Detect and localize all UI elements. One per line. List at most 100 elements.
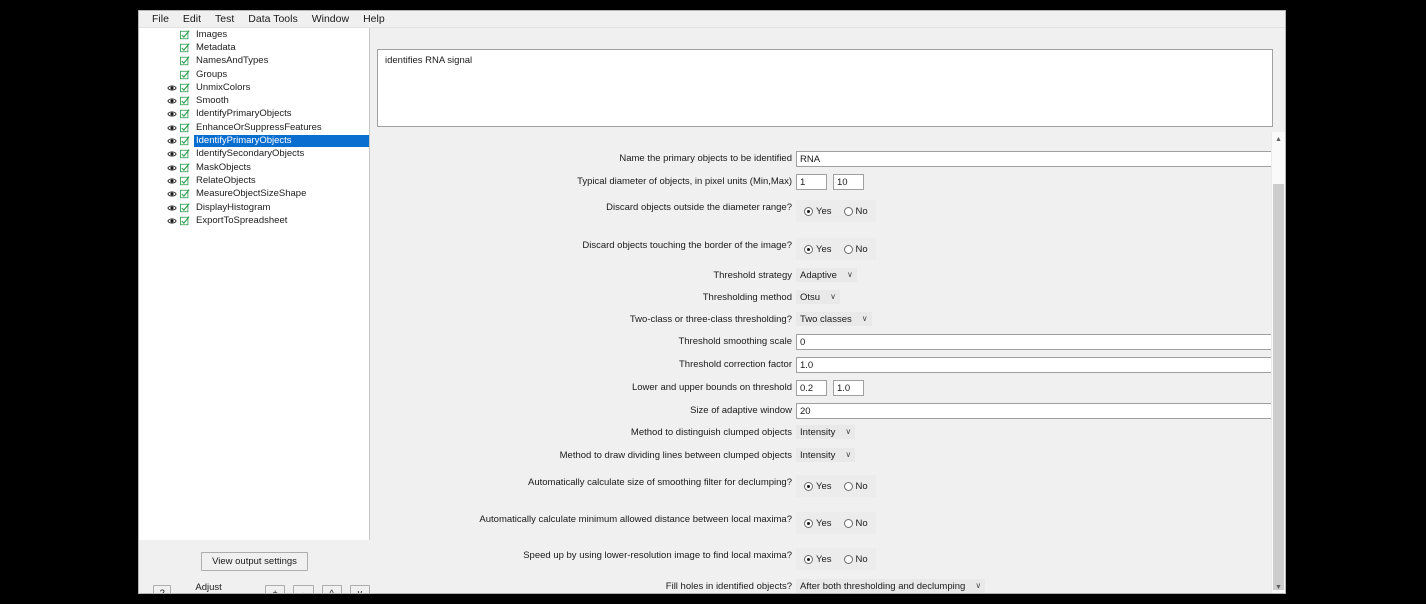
eye-icon[interactable] [165, 150, 178, 158]
setting-text-input[interactable] [796, 357, 1285, 373]
setting-dropdown[interactable]: Intensity ∨ [796, 425, 856, 439]
eye-icon[interactable] [165, 124, 178, 132]
radio-button-icon[interactable] [804, 481, 813, 491]
radio-button-icon[interactable] [804, 244, 813, 254]
menu-item-file[interactable]: File [145, 12, 176, 27]
module-list-item[interactable]: EnhanceOrSuppressFeatures [139, 121, 369, 134]
radio-button-icon[interactable] [804, 554, 813, 564]
menu-item-test[interactable]: Test [208, 12, 241, 27]
module-list-item[interactable]: IdentifyPrimaryObjects [139, 134, 369, 148]
checkbox-checked-icon[interactable] [178, 96, 192, 106]
menu-item-window[interactable]: Window [305, 12, 356, 27]
setting-text-input[interactable] [796, 151, 1285, 167]
radio-button-icon[interactable] [843, 481, 853, 491]
eye-icon[interactable] [165, 217, 178, 225]
setting-text-input[interactable] [796, 334, 1285, 350]
radio-button-icon[interactable] [843, 206, 853, 216]
setting-dropdown[interactable]: Otsu ∨ [796, 290, 840, 304]
eye-icon[interactable] [165, 190, 178, 198]
radio-button-icon[interactable] [804, 518, 813, 528]
eye-icon[interactable] [165, 97, 178, 105]
setting-radio-option[interactable]: Yes [804, 206, 832, 217]
setting-radio-option[interactable]: No [843, 481, 868, 492]
module-list-item[interactable]: ExportToSpreadsheet [139, 214, 369, 227]
module-name-label: IdentifyPrimaryObjects [196, 108, 292, 120]
menu-item-edit[interactable]: Edit [176, 12, 208, 27]
eye-icon[interactable] [165, 110, 178, 118]
checkbox-checked-icon[interactable] [178, 43, 192, 53]
setting-text-input[interactable] [796, 403, 1285, 419]
checkbox-checked-icon[interactable] [178, 202, 192, 213]
module-list-item[interactable]: NamesAndTypes [139, 55, 369, 68]
settings-scrollbar[interactable]: ▲ ▼ [1271, 132, 1285, 593]
setting-dropdown[interactable]: Two classes ∨ [796, 312, 872, 326]
checkbox-checked-icon[interactable] [178, 29, 192, 40]
module-list[interactable]: Images Metadata NamesAndTypes Groups UnmixCo… [139, 28, 370, 540]
module-list-item[interactable]: IdentifySecondaryObjects [139, 148, 369, 161]
setting-max-input[interactable] [833, 174, 864, 190]
pipeline-help-button[interactable]: ? [153, 585, 172, 593]
radio-button-icon[interactable] [843, 554, 853, 564]
checkbox-checked-icon[interactable] [178, 136, 192, 146]
eye-icon[interactable] [165, 84, 178, 92]
checkbox-checked-icon[interactable] [178, 123, 192, 133]
checkbox-checked-icon[interactable] [178, 83, 192, 93]
checkbox-checked-icon[interactable] [178, 216, 192, 226]
eye-icon[interactable] [165, 177, 178, 185]
settings-scroll-up-arrow-icon[interactable]: ▲ [1272, 132, 1285, 146]
setting-control: Adaptive ∨ [796, 268, 1285, 282]
module-list-item[interactable]: Groups [139, 68, 369, 81]
radio-button-icon[interactable] [843, 244, 853, 254]
setting-dropdown[interactable]: Intensity ∨ [796, 448, 856, 462]
eye-icon[interactable] [165, 164, 178, 172]
setting-max-input[interactable] [833, 380, 864, 396]
setting-min-input[interactable] [796, 380, 827, 396]
module-notes-box[interactable]: identifies RNA signal [377, 49, 1273, 127]
module-name-label: UnmixColors [196, 81, 251, 93]
eye-icon[interactable] [165, 137, 178, 145]
module-list-item[interactable]: Smooth [139, 94, 369, 107]
radio-button-icon[interactable] [804, 206, 813, 216]
module-list-item[interactable]: Metadata [139, 41, 369, 54]
setting-label: Automatically calculate minimum allowed … [479, 514, 792, 525]
view-output-settings-button[interactable]: View output settings [201, 552, 308, 571]
adjust-modules-bar: ? Adjust modules: + - ^ v [139, 582, 370, 593]
checkbox-checked-icon[interactable] [178, 109, 192, 119]
setting-radio-option[interactable]: Yes [804, 554, 832, 565]
checkbox-checked-icon[interactable] [178, 149, 192, 159]
setting-radio-option[interactable]: No [843, 244, 868, 255]
checkbox-checked-icon[interactable] [178, 162, 192, 173]
menu-item-help[interactable]: Help [356, 12, 392, 27]
checkbox-checked-icon[interactable] [178, 69, 192, 80]
setting-radio-option[interactable]: Yes [804, 518, 832, 529]
module-name-label: Metadata [196, 41, 236, 53]
checkbox-checked-icon[interactable] [178, 189, 192, 199]
setting-min-input[interactable] [796, 174, 827, 190]
module-list-item[interactable]: Images [139, 28, 369, 41]
module-list-item[interactable]: IdentifyPrimaryObjects [139, 108, 369, 121]
remove-module-button[interactable]: - [293, 585, 314, 593]
settings-scrollbar-thumb[interactable] [1273, 184, 1284, 590]
settings-scroll-down-arrow-icon[interactable]: ▼ [1272, 580, 1285, 593]
setting-dropdown[interactable]: Adaptive ∨ [796, 268, 857, 282]
setting-radio-option[interactable]: No [843, 553, 868, 565]
module-list-item[interactable]: RelateObjects [139, 174, 369, 187]
module-list-item[interactable]: MeasureObjectSizeShape [139, 188, 369, 201]
menu-item-data-tools[interactable]: Data Tools [241, 12, 304, 27]
module-list-item[interactable]: MaskObjects [139, 161, 369, 174]
setting-radio-option[interactable]: Yes [804, 244, 832, 255]
move-module-up-button[interactable]: ^ [321, 585, 342, 593]
eye-icon[interactable] [165, 204, 178, 212]
setting-radio-label: No [855, 553, 868, 565]
setting-radio-option[interactable]: Yes [804, 481, 832, 492]
move-module-down-button[interactable]: v [349, 585, 370, 593]
module-list-item[interactable]: DisplayHistogram [139, 201, 369, 214]
setting-radio-option[interactable]: No [843, 518, 868, 529]
radio-button-icon[interactable] [843, 518, 853, 528]
checkbox-checked-icon[interactable] [178, 56, 192, 66]
setting-radio-option[interactable]: No [843, 206, 868, 217]
module-list-item[interactable]: UnmixColors [139, 81, 369, 94]
add-module-button[interactable]: + [265, 585, 286, 593]
checkbox-checked-icon[interactable] [178, 176, 192, 186]
setting-dropdown[interactable]: After both thresholding and declumping ∨ [796, 579, 986, 593]
